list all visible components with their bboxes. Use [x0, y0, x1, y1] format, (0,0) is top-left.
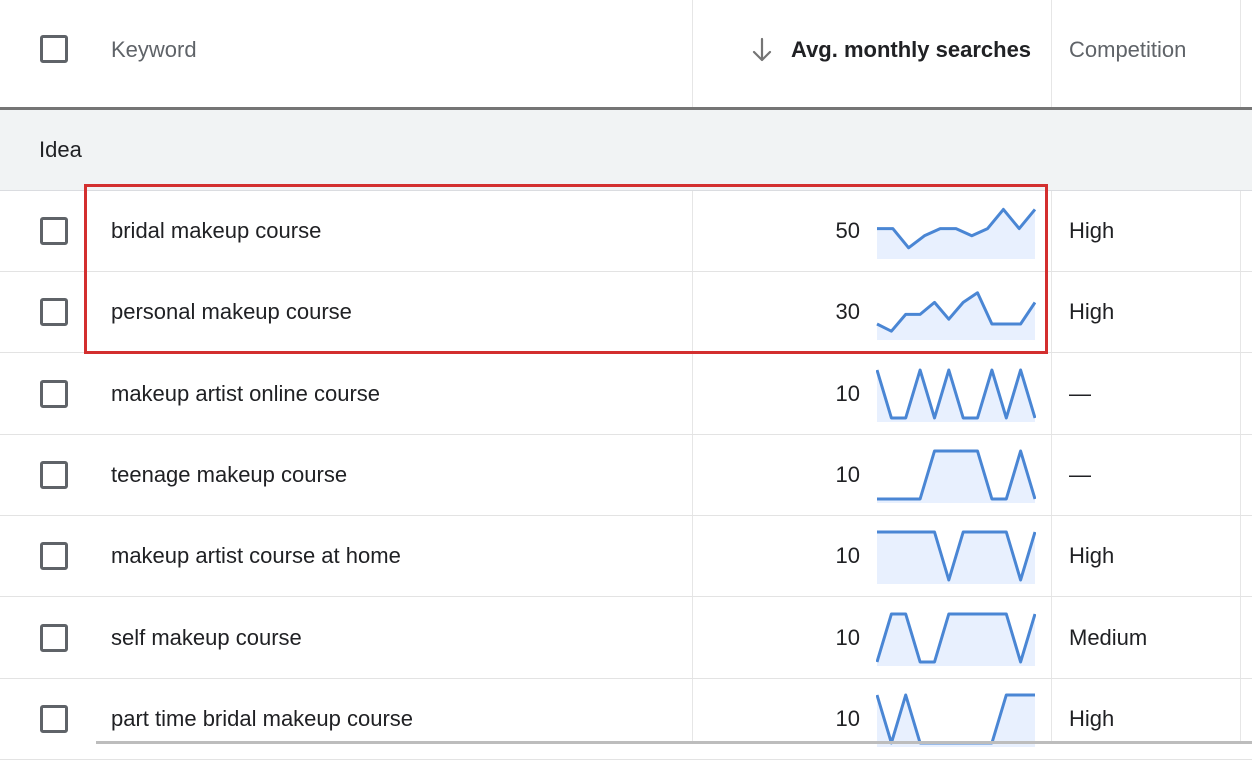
- keyword-cell: teenage makeup course: [111, 462, 348, 487]
- avg-monthly-searches-cell: 50: [835, 218, 860, 243]
- avg-monthly-searches-column-header[interactable]: Avg. monthly searches: [791, 36, 1031, 64]
- trend-sparkline: [877, 530, 1036, 584]
- select-all-checkbox[interactable]: [40, 35, 68, 63]
- trend-sparkline: [877, 449, 1036, 503]
- trend-sparkline: [876, 612, 1036, 666]
- row-checkbox[interactable]: [40, 624, 68, 652]
- table-header: Keyword Avg. monthly searches Competitio…: [0, 0, 1252, 110]
- avg-monthly-searches-cell: 10: [835, 543, 860, 568]
- row-checkbox[interactable]: [40, 542, 68, 570]
- avg-monthly-searches-cell: 10: [835, 462, 860, 487]
- competition-column-header[interactable]: Competition: [1069, 36, 1186, 64]
- row-checkbox[interactable]: [40, 298, 68, 326]
- competition-cell: Medium: [1069, 625, 1148, 650]
- trend-sparkline: [876, 291, 1036, 340]
- avg-monthly-searches-cell: 10: [835, 625, 860, 650]
- avg-monthly-searches-cell: 10: [835, 381, 860, 406]
- table-row[interactable]: self makeup course 10 Medium: [0, 598, 1252, 679]
- keyword-cell: makeup artist course at home: [111, 543, 401, 568]
- competition-cell: —: [1069, 381, 1091, 406]
- arrow-down-icon[interactable]: [750, 36, 774, 64]
- table-row[interactable]: part time bridal makeup course 10 High: [0, 679, 1252, 760]
- keyword-cell: bridal makeup course: [111, 218, 322, 243]
- avg-monthly-searches-cell: 30: [835, 299, 860, 324]
- group-header-idea: Idea: [0, 110, 1252, 191]
- competition-cell: High: [1069, 543, 1115, 568]
- row-checkbox[interactable]: [40, 380, 68, 408]
- keyword-cell: part time bridal makeup course: [111, 706, 414, 731]
- competition-cell: High: [1069, 706, 1115, 731]
- competition-cell: High: [1069, 299, 1115, 324]
- trend-sparkline: [876, 693, 1035, 747]
- row-checkbox[interactable]: [40, 217, 68, 245]
- trend-sparkline: [877, 207, 1036, 259]
- table-row[interactable]: makeup artist course at home 10 High: [0, 516, 1252, 597]
- table-row[interactable]: makeup artist online course 10 —: [0, 354, 1252, 435]
- row-checkbox[interactable]: [40, 705, 68, 733]
- keyword-cell: makeup artist online course: [111, 381, 381, 406]
- keyword-cell: personal makeup course: [111, 299, 352, 324]
- competition-cell: —: [1069, 462, 1091, 487]
- group-label: Idea: [39, 137, 82, 162]
- sparkline-area: [877, 292, 1035, 340]
- table-row[interactable]: personal makeup course 30 High: [0, 272, 1252, 353]
- keyword-cell: self makeup course: [111, 625, 302, 650]
- competition-cell: High: [1069, 218, 1115, 243]
- row-checkbox[interactable]: [40, 461, 68, 489]
- keyword-column-header[interactable]: Keyword: [111, 36, 197, 64]
- sparkline-area: [877, 614, 1035, 666]
- table-row[interactable]: teenage makeup course 10 —: [0, 435, 1252, 516]
- sparkline-area: [877, 695, 1035, 747]
- avg-monthly-searches-cell: 10: [835, 706, 860, 731]
- table-row[interactable]: bridal makeup course 50 High: [0, 191, 1252, 272]
- trend-sparkline: [876, 368, 1036, 422]
